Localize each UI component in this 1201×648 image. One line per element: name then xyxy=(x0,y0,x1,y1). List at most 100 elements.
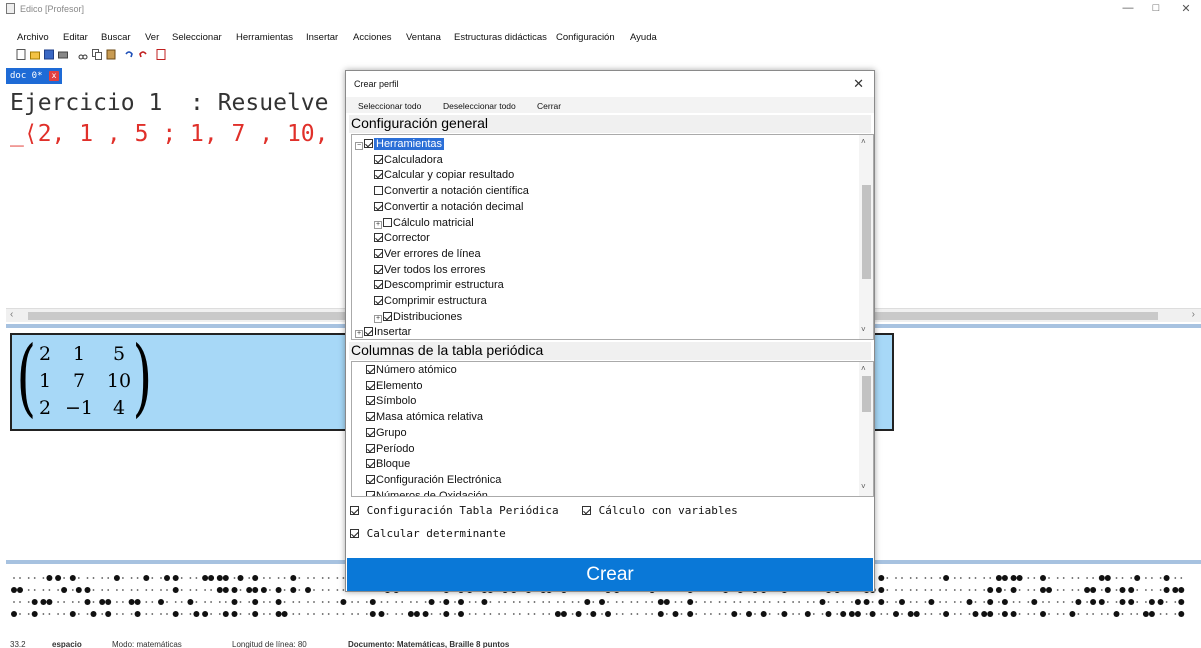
menu-ver[interactable]: Ver xyxy=(145,32,159,43)
checkbox[interactable] xyxy=(366,474,375,484)
checkbox[interactable] xyxy=(374,248,383,258)
scroll-up-icon[interactable]: ˄ xyxy=(861,364,866,373)
list-item[interactable]: Bloque xyxy=(366,457,410,472)
checkbox[interactable] xyxy=(366,490,375,496)
tree-item[interactable]: Convertir a notación decimal xyxy=(374,200,523,215)
scroll-down-icon[interactable]: ˅ xyxy=(861,482,866,491)
list-item[interactable]: Símbolo xyxy=(366,394,416,409)
scroll-right-icon[interactable]: › xyxy=(1192,309,1195,320)
checkbox[interactable] xyxy=(374,264,383,274)
list-item[interactable]: Masa atómica relativa xyxy=(366,410,483,425)
periodic-columns-list[interactable]: ˄ ˅ Número atómico Elemento Símbolo Masa at… xyxy=(351,361,874,497)
maximize-icon[interactable]: □ xyxy=(1141,2,1171,16)
list-item[interactable]: Elemento xyxy=(366,379,422,394)
expand-icon[interactable]: + xyxy=(355,330,363,339)
deselect-all-button[interactable]: Deseleccionar todo xyxy=(443,101,516,111)
option-periodic-config[interactable]: Configuración Tabla Periódica xyxy=(350,504,559,517)
save-icon[interactable] xyxy=(44,49,54,60)
tree-item[interactable]: Ver errores de línea xyxy=(374,247,481,262)
braille-dot xyxy=(983,577,986,579)
checkbox[interactable] xyxy=(364,139,373,148)
expand-icon[interactable]: + xyxy=(374,220,382,229)
menu-seleccionar[interactable]: Seleccionar xyxy=(172,32,222,43)
print-icon[interactable] xyxy=(58,49,68,60)
option-determinant[interactable]: Calcular determinante xyxy=(350,527,506,540)
checkbox[interactable] xyxy=(350,529,359,538)
checkbox[interactable] xyxy=(374,186,383,196)
menu-editar[interactable]: Editar xyxy=(63,32,88,43)
tree-item[interactable]: Descomprimir estructura xyxy=(374,278,504,293)
tab-close-icon[interactable]: x xyxy=(49,71,59,81)
checkbox[interactable] xyxy=(374,296,383,305)
tree-item[interactable]: + Insertar xyxy=(355,325,411,339)
tab-doc[interactable]: doc 0* x xyxy=(6,68,62,84)
braille-dot xyxy=(651,613,653,615)
general-config-tree[interactable]: ˄ ˅ − Herramientas Calculadora Calcular y c… xyxy=(351,134,874,340)
close-button[interactable]: Cerrar xyxy=(537,101,561,111)
menu-archivo[interactable]: Archivo xyxy=(17,32,49,43)
checkbox[interactable] xyxy=(582,506,591,515)
tree-item[interactable]: Convertir a notación científica xyxy=(374,184,529,199)
checkbox[interactable] xyxy=(383,311,392,321)
option-variables[interactable]: Cálculo con variables xyxy=(582,504,738,517)
list-item[interactable]: Números de Oxidación xyxy=(366,489,488,496)
scroll-left-icon[interactable]: ‹ xyxy=(10,309,13,320)
tree-scrollbar[interactable]: ˄ ˅ xyxy=(859,135,873,339)
select-all-button[interactable]: Seleccionar todo xyxy=(358,101,421,111)
menu-herramientas[interactable]: Herramientas xyxy=(236,32,293,43)
tree-item[interactable]: Corrector xyxy=(374,231,430,246)
menu-acciones[interactable]: Acciones xyxy=(353,32,392,43)
minimize-icon[interactable]: — xyxy=(1113,2,1143,16)
scrollbar-thumb[interactable] xyxy=(862,376,871,412)
menu-configuracion[interactable]: Configuración xyxy=(556,32,615,43)
scroll-up-icon[interactable]: ˄ xyxy=(861,137,866,146)
cut-icon[interactable] xyxy=(78,49,88,60)
checkbox[interactable] xyxy=(374,201,383,211)
menu-estructuras[interactable]: Estructuras didácticas xyxy=(454,32,547,43)
checkbox[interactable] xyxy=(366,365,375,374)
checkbox[interactable] xyxy=(366,412,375,422)
checkbox[interactable] xyxy=(383,217,392,227)
menu-ayuda[interactable]: Ayuda xyxy=(630,32,657,43)
dialog-close-icon[interactable]: ✕ xyxy=(853,76,864,92)
create-button[interactable]: Crear xyxy=(347,558,873,591)
tree-item[interactable]: Comprimir estructura xyxy=(374,294,487,309)
checkbox[interactable] xyxy=(366,427,375,437)
scrollbar-thumb[interactable] xyxy=(862,185,871,279)
list-scrollbar[interactable]: ˄ ˅ xyxy=(859,362,873,496)
checkbox[interactable] xyxy=(366,380,375,390)
tree-item[interactable]: Calculadora xyxy=(374,153,443,168)
tree-item[interactable]: + Cálculo matricial xyxy=(374,216,474,231)
checkbox[interactable] xyxy=(374,170,383,180)
tree-item[interactable]: Calcular y copiar resultado xyxy=(374,168,514,183)
checkbox[interactable] xyxy=(366,459,375,469)
checkbox[interactable] xyxy=(364,327,373,337)
checkbox[interactable] xyxy=(374,280,383,290)
copy-icon[interactable] xyxy=(92,49,102,60)
tree-item[interactable]: Ver todos los errores xyxy=(374,263,486,278)
redo-icon[interactable] xyxy=(138,49,148,60)
menu-buscar[interactable]: Buscar xyxy=(101,32,131,43)
close-window-icon[interactable]: ✕ xyxy=(1171,2,1201,16)
list-item[interactable]: Número atómico xyxy=(366,363,457,378)
checkbox[interactable] xyxy=(374,154,383,164)
paste-icon[interactable] xyxy=(106,49,116,60)
checkbox[interactable] xyxy=(366,396,375,406)
tree-item[interactable]: + Distribuciones xyxy=(374,310,462,325)
checkbox[interactable] xyxy=(366,443,375,453)
new-file-icon[interactable] xyxy=(16,49,26,60)
expand-icon[interactable]: + xyxy=(374,314,382,323)
tree-item[interactable]: − Herramientas xyxy=(355,137,445,152)
undo-icon[interactable] xyxy=(124,49,134,60)
pdf-icon[interactable] xyxy=(156,49,166,60)
checkbox[interactable] xyxy=(350,506,359,515)
list-item[interactable]: Grupo xyxy=(366,426,407,441)
menu-insertar[interactable]: Insertar xyxy=(306,32,338,43)
menu-ventana[interactable]: Ventana xyxy=(406,32,441,43)
scroll-down-icon[interactable]: ˅ xyxy=(861,325,866,334)
checkbox[interactable] xyxy=(374,233,383,243)
list-item[interactable]: Período xyxy=(366,442,415,457)
open-folder-icon[interactable] xyxy=(30,49,40,60)
collapse-icon[interactable]: − xyxy=(355,142,363,150)
list-item[interactable]: Configuración Electrónica xyxy=(366,473,501,488)
